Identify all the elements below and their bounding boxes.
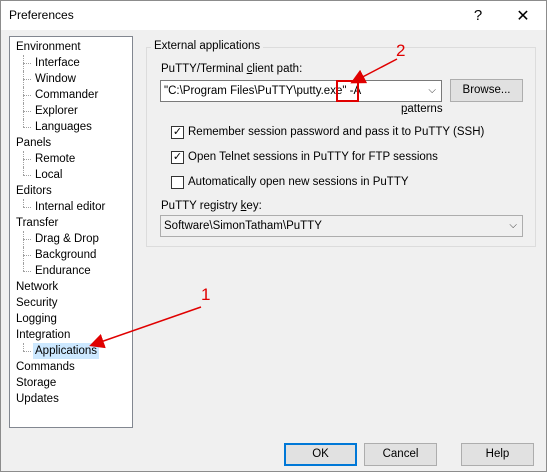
ok-button[interactable]: OK xyxy=(284,443,357,466)
annotation-arrow-2 xyxy=(350,58,398,84)
annotation-arrow-1 xyxy=(89,306,202,349)
annotation-arrows xyxy=(89,58,398,349)
preferences-window: Preferences ? ✕ Environment Interface Wind… xyxy=(0,0,547,472)
cancel-button[interactable]: Cancel xyxy=(364,443,437,466)
help-button[interactable]: Help xyxy=(461,443,534,466)
